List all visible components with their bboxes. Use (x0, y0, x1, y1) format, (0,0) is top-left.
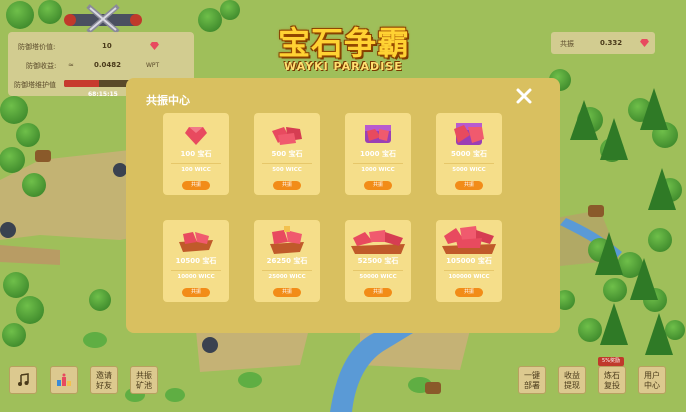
reinvest-reward-badge: 5%奖励 (598, 357, 624, 366)
card-price: 100 WICC (181, 167, 211, 173)
gem-package-card: 10500 宝石 10000 WICC 共振 (163, 220, 229, 302)
card-price: 50000 WICC (359, 274, 397, 280)
gem-package-card: 5000 宝石 5000 WICC 共振 (436, 113, 502, 195)
card-divider (262, 270, 312, 271)
protector-bar-fill (64, 80, 100, 87)
gem-chest-icon (365, 125, 391, 143)
withdraw-label-line2: 提现 (564, 381, 580, 390)
reinvest-button[interactable]: 炼石 复投 (598, 366, 626, 394)
defense-income-label: 防御收益: (26, 62, 57, 70)
gem-package-card: 100 宝石 100 WICC 共振 (163, 113, 229, 195)
gem-pile-icon (272, 127, 302, 145)
gem-pile-large-icon (442, 226, 496, 254)
resonate-button[interactable]: 共振 (182, 288, 210, 297)
card-price: 10000 WICC (177, 274, 215, 280)
card-divider (444, 270, 494, 271)
rank-button[interactable] (50, 366, 78, 394)
gem-icon (640, 39, 649, 47)
resonate-button[interactable]: 共振 (455, 288, 483, 297)
protector-label: 防御塔维护值 (14, 81, 56, 89)
withdraw-label-line1: 收益 (564, 371, 580, 380)
gem-package-card: 26250 宝石 25000 WICC 共振 (254, 220, 320, 302)
podium-icon (57, 373, 71, 386)
gem-package-card: 500 宝石 500 WICC 共振 (254, 113, 320, 195)
user-center-label-line1: 用户 (644, 371, 660, 380)
card-gem-amount: 500 宝石 (271, 150, 303, 158)
pool-label-line2: 矿池 (136, 381, 152, 390)
defense-income-value: 0.0482 (94, 61, 122, 69)
card-divider (171, 163, 221, 164)
defense-income-approx: ≈ (68, 61, 74, 69)
gem-icon (150, 42, 159, 50)
gem-package-card: 52500 宝石 50000 WICC 共振 (345, 220, 411, 302)
resonate-button[interactable]: 共振 (182, 181, 210, 190)
card-price: 5000 WICC (452, 167, 486, 173)
resonate-button[interactable]: 共振 (364, 181, 392, 190)
gem-pile-large-icon (351, 230, 405, 254)
defense-tower-value-label: 防御塔价值: (18, 43, 56, 51)
game-logo-subtitle: WAYKI PARADISE (284, 60, 403, 73)
gem-cart-icon (270, 226, 304, 254)
card-gem-amount: 1000 宝石 (360, 150, 396, 158)
resonance-pool-button[interactable]: 共振 矿池 (130, 366, 158, 394)
close-icon[interactable] (514, 86, 534, 106)
deploy-all-button[interactable]: 一键 部署 (518, 366, 546, 394)
card-gem-amount: 52500 宝石 (357, 257, 399, 265)
gem-chest-icon (454, 123, 484, 145)
deploy-label-line1: 一键 (524, 371, 540, 380)
resonance-value: 0.332 (600, 39, 623, 47)
card-gem-amount: 105000 宝石 (446, 257, 492, 265)
pool-label-line1: 共振 (136, 371, 152, 380)
gem-pile-icon (185, 127, 207, 145)
protector-timer: 68:15:15 (88, 91, 118, 98)
withdraw-earnings-button[interactable]: 收益 提现 (558, 366, 586, 394)
user-center-label-line2: 中心 (644, 381, 660, 390)
card-divider (444, 163, 494, 164)
card-gem-amount: 100 宝石 (180, 150, 212, 158)
deploy-label-line2: 部署 (524, 381, 540, 390)
music-button[interactable] (9, 366, 37, 394)
gem-package-card: 1000 宝石 1000 WICC 共振 (345, 113, 411, 195)
defense-income-unit: WPT (146, 62, 160, 69)
invite-label-line2: 好友 (96, 381, 112, 390)
resonate-button[interactable]: 共振 (455, 181, 483, 190)
game-logo-title: 宝石争霸 (278, 24, 411, 62)
user-center-button[interactable]: 用户 中心 (638, 366, 666, 394)
card-gem-amount: 5000 宝石 (451, 150, 487, 158)
invite-friends-button[interactable]: 邀请 好友 (90, 366, 118, 394)
card-divider (353, 270, 403, 271)
resonate-button[interactable]: 共振 (273, 181, 301, 190)
card-price: 100000 WICC (448, 274, 490, 280)
resonance-label: 共振 (560, 40, 574, 48)
invite-label-line1: 邀请 (96, 371, 112, 380)
card-gem-amount: 26250 宝石 (266, 257, 308, 265)
reinvest-label-line2: 复投 (604, 381, 620, 390)
card-price: 1000 WICC (361, 167, 395, 173)
reinvest-label-line1: 炼石 (604, 371, 620, 380)
resonate-button[interactable]: 共振 (273, 288, 301, 297)
gem-cart-icon (179, 232, 213, 252)
music-note-icon (18, 373, 29, 386)
gem-package-card: 105000 宝石 100000 WICC 共振 (436, 220, 502, 302)
modal-title: 共振中心 (146, 94, 190, 107)
card-divider (262, 163, 312, 164)
resonate-button[interactable]: 共振 (364, 288, 392, 297)
card-divider (171, 270, 221, 271)
resonance-center-modal: 共振中心 100 宝石 100 WICC 共振 500 宝石 500 WICC … (126, 78, 560, 333)
defense-tower-value: 10 (102, 42, 112, 50)
card-gem-amount: 10500 宝石 (175, 257, 217, 265)
card-price: 500 WICC (272, 167, 302, 173)
card-price: 25000 WICC (268, 274, 306, 280)
card-divider (353, 163, 403, 164)
